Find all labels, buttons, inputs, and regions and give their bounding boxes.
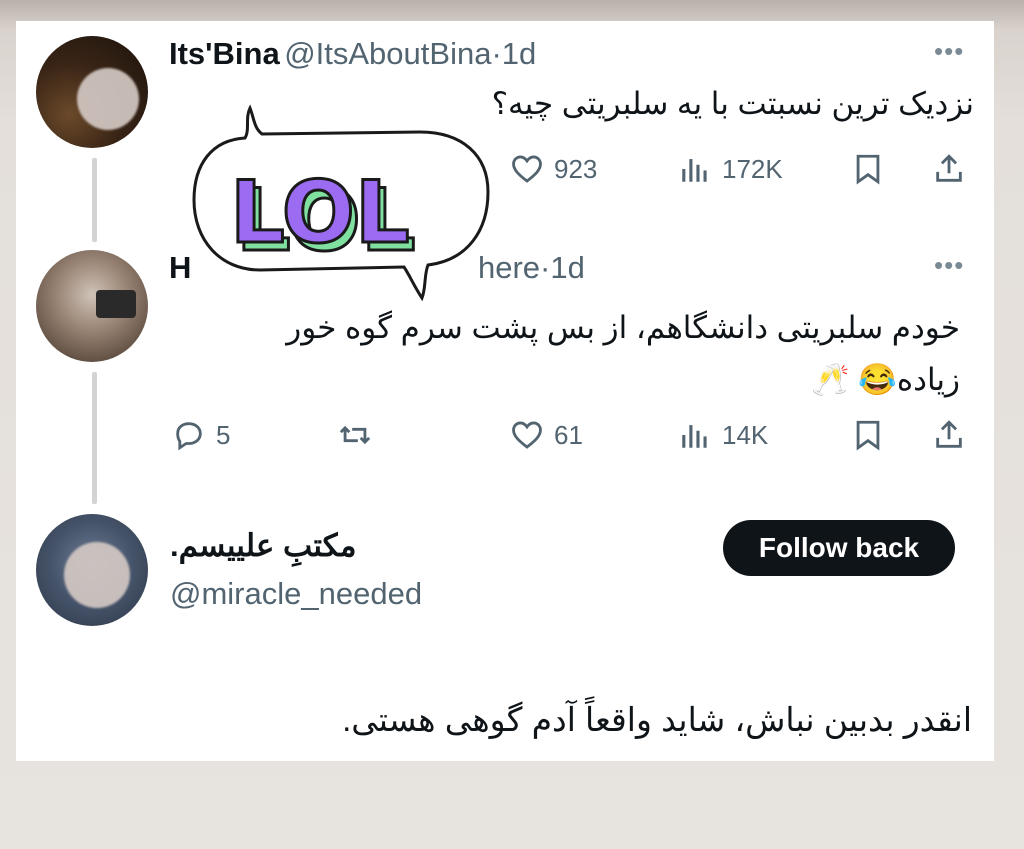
like-count: 61 [554,419,583,450]
timestamp[interactable]: 1d [550,250,584,285]
svg-text:LOL: LOL [230,163,410,263]
share-icon [936,420,962,448]
like-button[interactable]: 923 [510,152,597,186]
lol-sticker: LOL LOL [192,104,490,302]
views-button[interactable]: 172K [678,152,783,186]
reply-button[interactable]: 5 [172,418,230,452]
reply-icon [176,422,202,451]
retweet-button[interactable] [338,418,372,452]
author-name[interactable]: H [169,250,191,285]
bookmark-button[interactable] [851,418,885,452]
separator: · [540,250,551,285]
bookmark-button[interactable] [851,152,885,186]
follow-back-button[interactable]: Follow back [723,520,955,576]
tweet-header: H [169,250,191,286]
retweet-icon [339,425,371,445]
separator: · [491,36,502,71]
views-count: 172K [722,153,783,184]
camera-in-photo [96,290,136,318]
tweet-header: Its'Bina @ItsAboutBina·1d [169,36,536,72]
avatar-blur [64,542,130,608]
share-button[interactable] [932,152,966,186]
author-name[interactable]: Its'Bina [169,36,280,71]
bookmark-icon [856,154,880,185]
avatar-blur [77,68,139,130]
avatar[interactable] [36,514,148,626]
views-icon [682,425,707,448]
views-count: 14K [722,419,769,450]
thread-line-2 [92,372,97,504]
reply-count: 5 [216,419,231,450]
profile-name[interactable]: مکتبِ علییسم. [170,528,357,564]
like-button[interactable]: 61 [510,418,583,452]
bookmark-icon [856,420,880,451]
like-icon [512,421,542,449]
more-icon[interactable]: ••• [934,250,964,281]
like-count: 923 [554,153,598,184]
share-button[interactable] [932,418,966,452]
author-handle[interactable]: @ItsAboutBina [284,36,491,71]
tweet-header-handle: here·1d [478,250,585,286]
views-icon [682,159,707,182]
lol-text: LOL LOL [229,162,418,273]
timestamp[interactable]: 1d [502,36,536,71]
avatar[interactable] [36,250,148,362]
tweet-text: خودم سلبریتی دانشگاهم، از بس پشت سرم گوه… [200,302,960,406]
profile-bio: انقدر بدبین نباش، شاید واقعاً آدم گوهی ه… [342,701,972,738]
profile-handle[interactable]: @miracle_needed [170,576,422,612]
avatar[interactable] [36,36,148,148]
share-icon [936,154,962,182]
more-icon[interactable]: ••• [934,36,964,67]
tweet-text-line: زیاده😂 🥂 [811,362,960,397]
views-button[interactable]: 14K [678,418,768,452]
thread-line-1 [92,158,97,242]
like-icon [512,155,542,183]
